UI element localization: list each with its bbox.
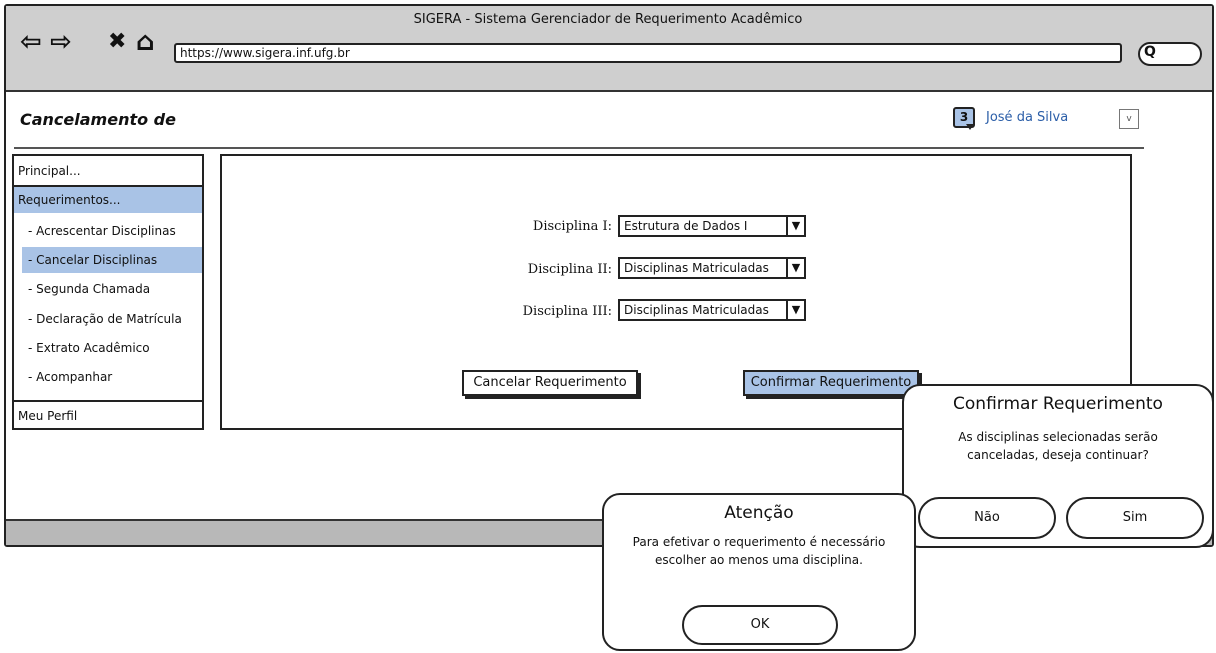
sidebar-item-acrescentar-disciplinas[interactable]: - Acrescentar Disciplinas [22, 218, 202, 244]
url-input[interactable]: https://www.sigera.inf.ufg.br [174, 43, 1122, 63]
chevron-down-icon[interactable]: ▼ [786, 215, 806, 237]
alert-dialog: Atenção Para efetivar o requerimento é n… [602, 493, 916, 651]
sidebar-item-requerimentos[interactable]: Requerimentos... [14, 187, 202, 213]
user-menu-dropdown[interactable]: v [1119, 109, 1139, 129]
disciplina-2-select[interactable]: Disciplinas Matriculadas [618, 257, 788, 279]
disciplina-3-label: Disciplina III: [522, 304, 612, 319]
sidebar-divider [14, 400, 202, 402]
alert-dialog-text-1: Para efetivar o requerimento é necessári… [632, 535, 886, 549]
forward-icon[interactable]: ⇨ [50, 28, 72, 56]
window-title: SIGERA - Sistema Gerenciador de Requerim… [413, 12, 803, 27]
alert-dialog-text-2: escolher ao menos uma disciplina. [655, 553, 863, 567]
confirm-request-button[interactable]: Confirmar Requerimento [743, 370, 919, 396]
confirm-dialog: Confirmar Requerimento As disciplinas se… [902, 384, 1214, 548]
disciplina-3-select[interactable]: Disciplinas Matriculadas [618, 299, 788, 321]
sidebar-item-declaracao-matricula[interactable]: - Declaração de Matrícula [22, 306, 202, 332]
search-icon: Q [1144, 44, 1156, 60]
header-divider [14, 147, 1144, 149]
home-icon[interactable]: ⌂ [136, 28, 155, 56]
disciplina-1-label: Disciplina I: [532, 219, 612, 234]
sidebar-item-cancelar-disciplinas[interactable]: - Cancelar Disciplinas [22, 247, 202, 273]
confirm-dialog-text-2: canceladas, deseja continuar? [967, 448, 1149, 462]
disciplina-1-select[interactable]: Estrutura de Dados I [618, 215, 788, 237]
confirm-dialog-text-1: As disciplinas selecionadas serão [958, 430, 1158, 444]
badge-tail-icon [966, 124, 974, 130]
user-name-link[interactable]: José da Silva [986, 110, 1068, 125]
disciplina-2-label: Disciplina II: [527, 262, 612, 277]
confirm-dialog-title: Confirmar Requerimento [953, 394, 1163, 414]
stop-icon[interactable]: ✖ [108, 28, 126, 56]
chevron-down-icon[interactable]: ▼ [786, 299, 806, 321]
sidebar-item-acompanhar[interactable]: - Acompanhar [22, 364, 202, 390]
sidebar-item-principal[interactable]: Principal... [14, 158, 202, 184]
no-button[interactable]: Não [918, 497, 1056, 539]
sidebar-menu: Principal... Requerimentos... - Acrescen… [12, 154, 204, 430]
alert-dialog-title: Atenção [724, 503, 794, 523]
cancel-request-button[interactable]: Cancelar Requerimento [462, 370, 638, 396]
page-title: Cancelamento de [20, 110, 176, 129]
sidebar-item-meu-perfil[interactable]: Meu Perfil [14, 403, 202, 429]
yes-button[interactable]: Sim [1066, 497, 1204, 539]
sidebar-item-extrato-academico[interactable]: - Extrato Acadêmico [22, 335, 202, 361]
back-icon[interactable]: ⇦ [20, 28, 42, 56]
sidebar-item-segunda-chamada[interactable]: - Segunda Chamada [22, 276, 202, 302]
chevron-down-icon[interactable]: ▼ [786, 257, 806, 279]
ok-button[interactable]: OK [682, 605, 838, 645]
